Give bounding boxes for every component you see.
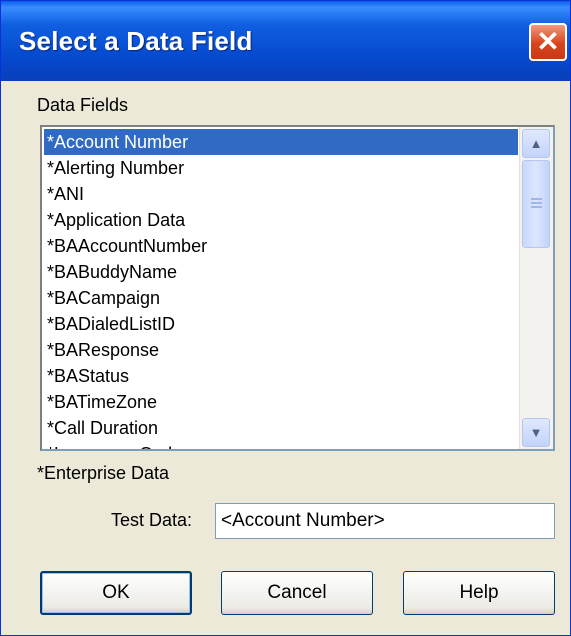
vertical-scrollbar[interactable]: ▲ ▼	[519, 127, 553, 449]
list-item[interactable]: *Application Data	[44, 207, 518, 233]
scroll-down-button[interactable]: ▼	[522, 418, 550, 447]
chevron-down-icon: ▼	[529, 425, 543, 440]
list-item[interactable]: *BADialedListID	[44, 311, 518, 337]
list-item[interactable]: *Alerting Number	[44, 155, 518, 181]
data-fields-label: Data Fields	[37, 95, 129, 115]
scroll-up-button[interactable]: ▲	[522, 129, 550, 158]
grip-line	[531, 206, 542, 208]
list-item[interactable]: *BABuddyName	[44, 259, 518, 285]
close-icon: ✕	[536, 26, 560, 57]
test-data-input[interactable]: <Account Number>	[215, 503, 555, 539]
list-item[interactable]: *Account Number	[44, 129, 518, 155]
grip-line	[531, 198, 542, 200]
list-item[interactable]: *BAResponse	[44, 337, 518, 363]
cancel-button[interactable]: Cancel	[221, 571, 373, 615]
list-item[interactable]: *Call Duration	[44, 415, 518, 441]
dialog-title: Select a Data Field	[19, 26, 253, 56]
list-item[interactable]: *ANI	[44, 181, 518, 207]
data-fields-listbox[interactable]: *Account Number *Alerting Number *ANI *Appl…	[40, 125, 555, 451]
chevron-up-icon: ▲	[529, 136, 543, 151]
scrollbar-thumb[interactable]	[522, 160, 550, 248]
close-button[interactable]: ✕	[529, 23, 567, 61]
list-item[interactable]: *BAAccountNumber	[44, 233, 518, 259]
test-data-label: Test Data:	[111, 510, 193, 530]
list-item[interactable]: *Language Code	[44, 441, 518, 449]
select-data-field-dialog: Select a Data Field ✕ Data Fields *Accou…	[0, 0, 571, 636]
help-button[interactable]: Help	[403, 571, 555, 615]
list-item[interactable]: *BATimeZone	[44, 389, 518, 415]
ok-button[interactable]: OK	[40, 571, 192, 615]
title-bar[interactable]: Select a Data Field ✕	[1, 1, 570, 81]
grip-line	[531, 202, 542, 204]
list-item[interactable]: *BAStatus	[44, 363, 518, 389]
list-item[interactable]: *BACampaign	[44, 285, 518, 311]
enterprise-data-note: *Enterprise Data	[37, 463, 170, 483]
